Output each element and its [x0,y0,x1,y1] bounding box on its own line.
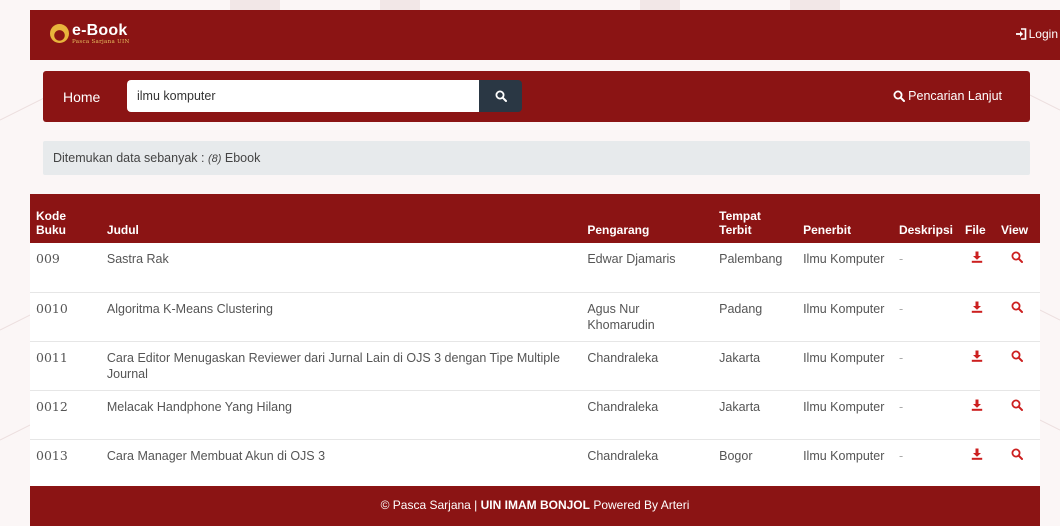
cell-file [958,439,995,489]
result-count-bar: Ditemukan data sebanyak : (8) Ebook [43,141,1030,175]
header-penerbit[interactable]: Penerbit [797,194,893,243]
cell-penerbit: Ilmu Komputer [797,341,893,391]
download-icon [971,251,983,263]
download-button[interactable] [971,448,983,464]
sign-in-icon [1015,28,1026,40]
header-file[interactable]: File [958,194,995,243]
university-logo-icon [50,24,69,43]
cell-tempat-terbit: Jakarta [713,341,798,391]
footer-suffix: Powered By Arteri [589,498,690,512]
magnifier-icon [1011,251,1024,263]
table-row: 0011 Cara Editor Menugaskan Reviewer dari… [30,341,1040,391]
view-button[interactable] [1011,350,1024,366]
table-row: 0013 Cara Manager Membuat Akun di OJS 3 Ch… [30,439,1040,489]
cell-deskripsi: - [892,341,959,391]
cell-judul: Cara Manager Membuat Akun di OJS 3 [100,439,582,489]
result-prefix: Ditemukan data sebanyak : [53,151,208,165]
cell-penerbit: Ilmu Komputer [797,390,893,440]
cell-deskripsi: - [892,390,959,440]
ebook-table: Kode Buku Judul Pengarang Tempat Terbit … [30,194,1040,489]
home-link[interactable]: Home [63,89,100,105]
advanced-search-link[interactable]: Pencarian Lanjut [893,89,1002,103]
view-button[interactable] [1011,251,1024,267]
header-kode-buku[interactable]: Kode Buku [30,194,101,243]
magnifier-icon [1011,350,1024,362]
search-icon [495,90,507,102]
magnifier-icon [1011,301,1024,313]
brand-logo-link[interactable]: e-Book Pasca Sarjana UIN [50,23,130,49]
brand-title: e-Book [72,22,128,39]
cell-tempat-terbit: Padang [713,292,798,342]
header-pengarang[interactable]: Pengarang [581,194,714,243]
cell-penerbit: Ilmu Komputer [797,243,893,293]
download-button[interactable] [971,350,983,366]
result-count: (8) [207,153,222,165]
search-button[interactable] [479,80,522,112]
cell-view [994,390,1040,440]
cell-kode-buku: 0013 [30,439,101,489]
cell-tempat-terbit: Bogor [713,439,798,489]
cell-penerbit: Ilmu Komputer [797,439,893,489]
cell-kode-buku: 0011 [30,341,101,391]
cell-view [994,292,1040,342]
magnifier-icon [1011,448,1024,460]
footer-prefix: © Pasca Sarjana | [380,498,481,512]
cell-kode-buku: 0010 [30,292,101,342]
download-icon [971,350,983,362]
header-deskripsi[interactable]: Deskripsi [892,194,959,243]
download-button[interactable] [971,399,983,415]
cell-deskripsi: - [892,292,959,342]
cell-pengarang: Chandraleka [581,439,714,489]
cell-pengarang: Chandraleka [581,341,714,391]
login-label: Login [1028,27,1058,41]
cell-pengarang: Agus Nur Khomarudin [581,292,714,342]
download-button[interactable] [971,251,983,267]
cell-pengarang: Chandraleka [581,390,714,440]
cell-kode-buku: 009 [30,243,101,293]
cell-file [958,292,995,342]
table-header-row: Kode Buku Judul Pengarang Tempat Terbit … [30,194,1040,243]
magnifier-icon [1011,399,1024,411]
result-suffix: Ebook [221,151,261,165]
login-link[interactable]: Login [1015,27,1058,41]
cell-judul: Melacak Handphone Yang Hilang [100,390,582,440]
cell-pengarang: Edwar Djamaris [581,243,714,293]
brand-subtitle: Pasca Sarjana UIN [72,39,130,45]
cell-view [994,341,1040,391]
view-button[interactable] [1011,448,1024,464]
cell-penerbit: Ilmu Komputer [797,292,893,342]
cell-deskripsi: - [892,243,959,293]
download-icon [971,399,983,411]
cell-judul: Cara Editor Menugaskan Reviewer dari Jur… [100,341,582,391]
cell-tempat-terbit: Jakarta [713,390,798,440]
footer-institution: UIN IMAM BONJOL [480,498,590,512]
advanced-search-label: Pencarian Lanjut [908,89,1002,103]
cell-tempat-terbit: Palembang [713,243,798,293]
cell-deskripsi: - [892,439,959,489]
cell-file [958,341,995,391]
table-row: 0012 Melacak Handphone Yang Hilang Chandra… [30,390,1040,440]
header-judul[interactable]: Judul [100,194,582,243]
cell-file [958,390,995,440]
cell-kode-buku: 0012 [30,390,101,440]
footer: © Pasca Sarjana | UIN IMAM BONJOL Powere… [30,486,1040,526]
cell-view [994,243,1040,293]
view-button[interactable] [1011,301,1024,317]
table-row: 0010 Algoritma K-Means Clustering Agus Nur… [30,292,1040,342]
cell-view [994,439,1040,489]
view-button[interactable] [1011,399,1024,415]
search-input[interactable] [127,80,479,112]
download-icon [971,301,983,313]
search-panel: Home Pencarian Lanjut [43,71,1030,122]
table-row: 009 Sastra Rak Edwar Djamaris Palembang Ilmu… [30,243,1040,293]
download-button[interactable] [971,301,983,317]
cell-file [958,243,995,293]
cell-judul: Algoritma K-Means Clustering [100,292,582,342]
cell-judul: Sastra Rak [100,243,582,293]
download-icon [971,448,983,460]
header-view[interactable]: View [994,194,1040,243]
search-icon [893,90,906,102]
top-navbar: e-Book Pasca Sarjana UIN Login [30,10,1060,60]
header-tempat-terbit[interactable]: Tempat Terbit [713,194,798,243]
